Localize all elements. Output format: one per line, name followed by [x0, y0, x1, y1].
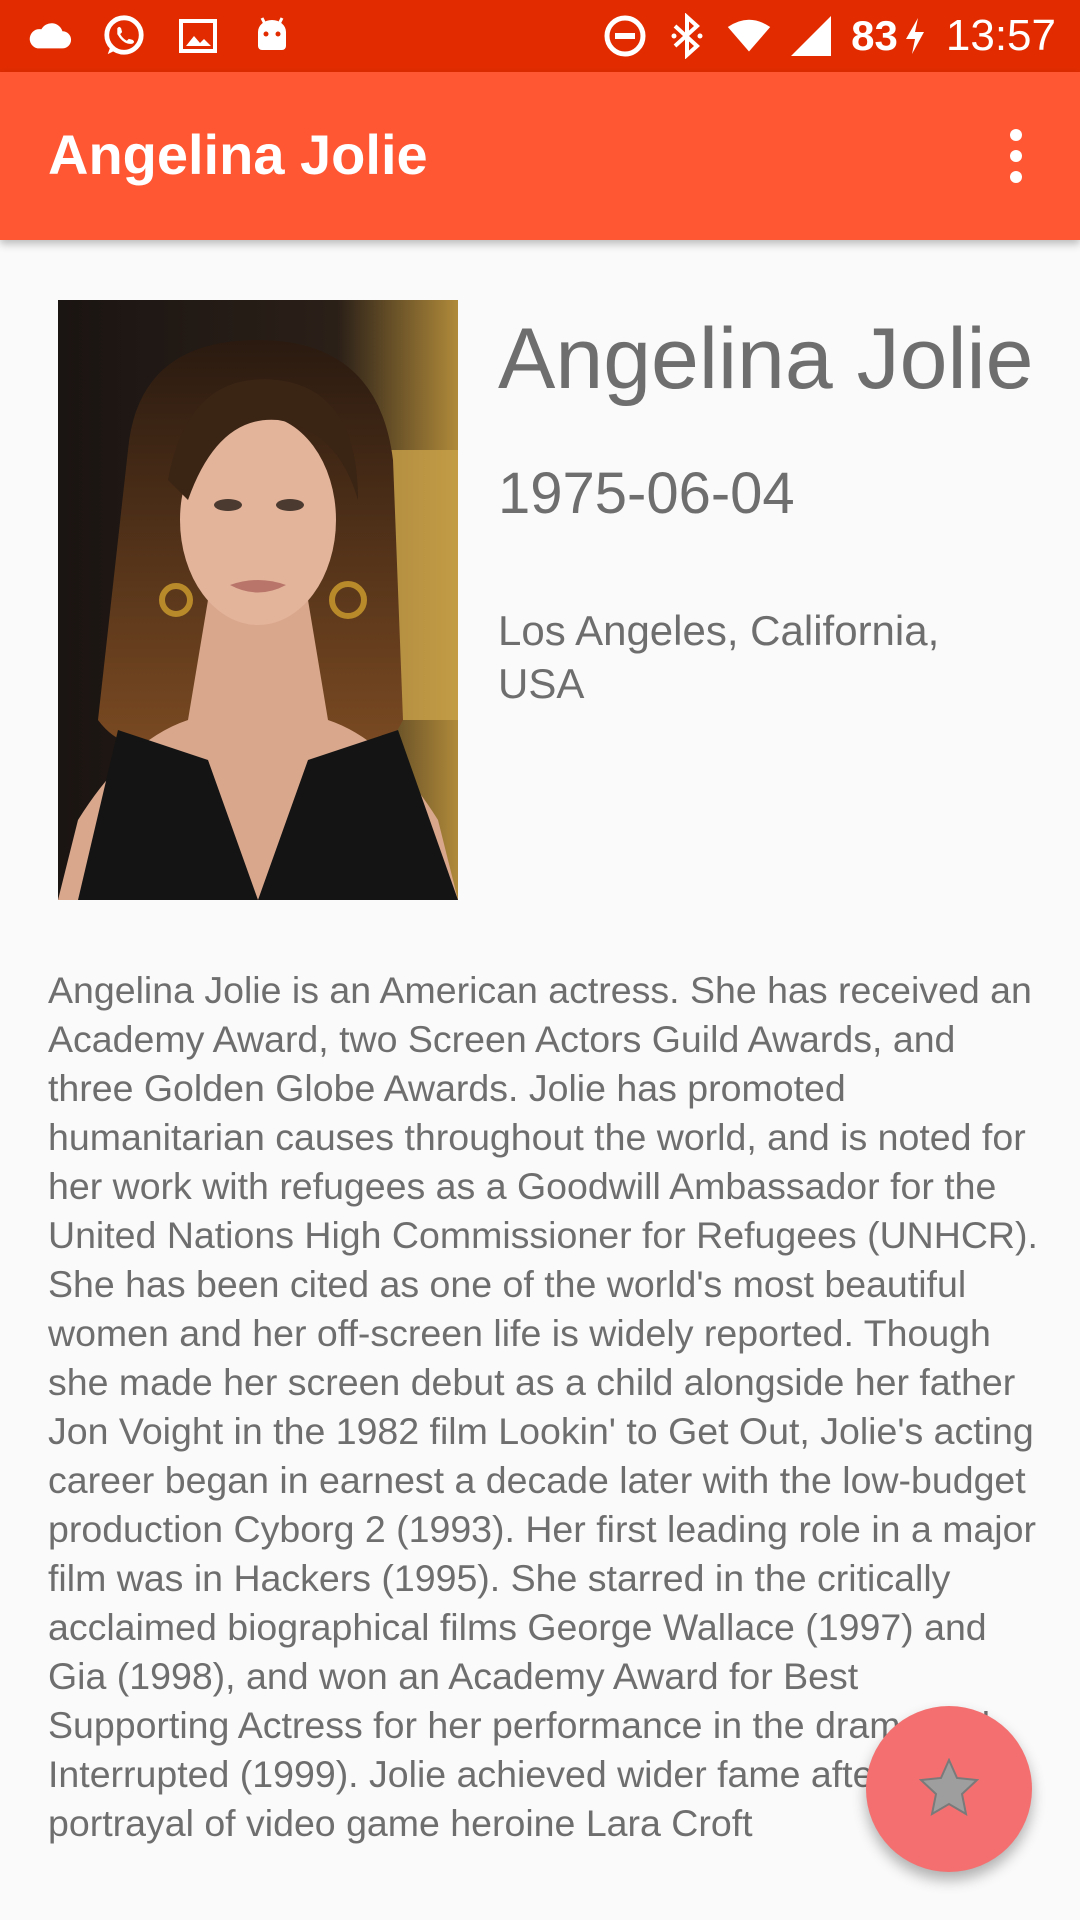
- whatsapp-icon: [102, 14, 146, 58]
- overflow-dot: [1010, 150, 1022, 162]
- charging-icon: [902, 14, 928, 58]
- overflow-dot: [1010, 171, 1022, 183]
- cloud-icon: [28, 14, 72, 58]
- birthdate: 1975-06-04: [498, 461, 795, 526]
- status-bar: 83 13:57: [0, 0, 1080, 72]
- overflow-menu-icon: [1010, 129, 1022, 141]
- bluetooth-icon: [665, 13, 709, 59]
- actor-name: Angelina Jolie: [498, 311, 1034, 407]
- signal-icon: [789, 14, 833, 58]
- biography: Angelina Jolie is an American actress. S…: [48, 969, 1038, 1844]
- page-title: Angelina Jolie: [48, 123, 428, 186]
- wifi-icon: [727, 14, 771, 58]
- birthplace: Los Angeles, California, USA: [498, 607, 940, 707]
- overflow-menu-button[interactable]: [976, 116, 1056, 196]
- battery-percent: 83: [851, 12, 898, 59]
- dnd-icon: [603, 14, 647, 58]
- profile-photo: [58, 300, 458, 900]
- clock: 13:57: [945, 11, 1056, 60]
- favorite-button[interactable]: [866, 1706, 1032, 1872]
- app-bar: Angelina Jolie: [0, 72, 1080, 240]
- system-icons: 83 13:57: [603, 10, 1056, 62]
- image-icon: [176, 14, 220, 58]
- star-icon: [918, 1757, 980, 1821]
- notification-icons: [28, 10, 294, 62]
- android-icon: [250, 14, 294, 58]
